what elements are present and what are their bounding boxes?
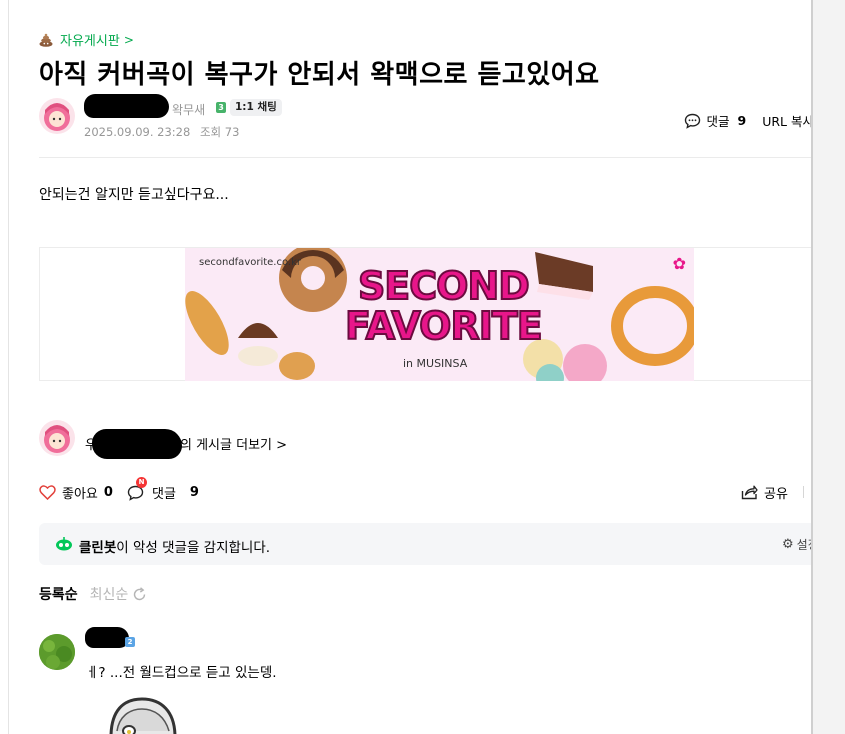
ad-subtitle: in MUSINSA (403, 357, 468, 370)
post-title: 아직 커버곡이 복구가 안되서 왁맥으로 듣고있어요 (39, 60, 600, 90)
poo-icon (39, 33, 53, 47)
cleanbot-notice: 클린봇이 악성 댓글을 감지합니다. ⚙설정 (39, 523, 814, 565)
refresh-icon[interactable] (132, 586, 147, 602)
like-label: 좋아요 (62, 487, 98, 502)
chat-button[interactable]: 1:1 채팅 (230, 99, 282, 116)
comment-bubble-icon (684, 113, 700, 129)
cleanbot-setting-button[interactable]: ⚙설정 (782, 536, 814, 553)
author-avatar[interactable] (39, 98, 75, 134)
post-header-actions: 댓글 9 URL 복사 (684, 111, 814, 130)
ad-container: secondfavorite.co.kr SECOND FAVORITE in … (39, 247, 814, 381)
ad-logo-line2: FAVORITE (344, 304, 544, 348)
ad-logo: SECOND FAVORITE (344, 264, 544, 348)
board-link[interactable]: 자유게시판 > (39, 30, 134, 49)
share-label: 공유 (764, 487, 788, 502)
redacted-commenter-name (85, 627, 129, 648)
comment-count-link[interactable]: 댓글 9 (684, 111, 747, 130)
new-comment-badge: N (136, 477, 147, 488)
comment-sticker (109, 697, 177, 734)
redacted-author-name (92, 429, 182, 459)
author-grade-name: 왁무새 (172, 103, 206, 117)
ad-banner[interactable]: secondfavorite.co.kr SECOND FAVORITE in … (185, 248, 694, 381)
ad-logo-line1: SECOND (357, 264, 531, 308)
grade-level-badge: 3 (216, 102, 226, 113)
cleanbot-text: 이 악성 댓글을 감지합니다. (116, 540, 271, 556)
header-divider (39, 157, 814, 158)
author-more-link[interactable]: 의 게시글 더보기 > (180, 434, 287, 453)
share-icon (741, 485, 758, 500)
url-copy-button[interactable]: URL 복사 (762, 111, 814, 130)
post-body: 안되는건 알지만 듣고싶다구요... (39, 187, 229, 203)
redacted-nickname (84, 94, 169, 118)
avatar-image (39, 420, 75, 456)
post-page: 자유게시판 > 아직 커버곡이 복구가 안되서 왁맥으로 듣고있어요 왁무새 3… (8, 0, 814, 734)
commenter-grade-badge: 2 (125, 637, 135, 647)
avatar-image (39, 98, 75, 134)
post-date: 2025.09.09. 23:28 (84, 125, 191, 139)
comment-toggle-count: 9 (189, 485, 199, 500)
post-views: 조회 73 (199, 125, 240, 139)
share-button[interactable]: 공유 (741, 483, 788, 502)
gear-icon: ⚙ (782, 537, 794, 552)
post-action-bar: 좋아요 0 N 댓글 9 공유 (39, 477, 814, 502)
ad-url: secondfavorite.co.kr (199, 257, 302, 268)
author-more-avatar[interactable] (39, 420, 75, 456)
comment-text: ㅔ? ...전 월드컵으로 듣고 있는뎅. (86, 665, 277, 681)
action-separator (803, 486, 804, 498)
heart-icon (39, 485, 56, 500)
comment-avatar[interactable] (39, 634, 75, 670)
avatar-image (39, 634, 75, 670)
comment-toggle-button[interactable]: N 댓글 9 (127, 477, 199, 502)
comment-count: 9 (737, 113, 747, 128)
cleanbot-name: 클린봇 (79, 540, 117, 556)
sort-tab-oldest[interactable]: 등록순 (39, 584, 78, 604)
board-name: 자유게시판 (60, 34, 120, 49)
like-count: 0 (103, 485, 113, 500)
comment-label: 댓글 (706, 114, 730, 129)
chevron-right-icon: > (123, 32, 134, 47)
window-scroll-gutter[interactable] (811, 0, 845, 734)
brand-knot-icon: ✿ (672, 254, 686, 273)
like-button[interactable]: 좋아요 0 (39, 483, 113, 502)
cleanbot-icon (56, 537, 72, 551)
comment-sort-tabs: 등록순 최신순 (39, 584, 147, 604)
sort-tab-latest[interactable]: 최신순 (90, 584, 129, 604)
comment-toggle-label: 댓글 (152, 487, 176, 502)
cleanbot-message: 클린봇이 악성 댓글을 감지합니다. (79, 536, 270, 556)
post-meta: 2025.09.09. 23:28 조회 73 (84, 124, 245, 140)
